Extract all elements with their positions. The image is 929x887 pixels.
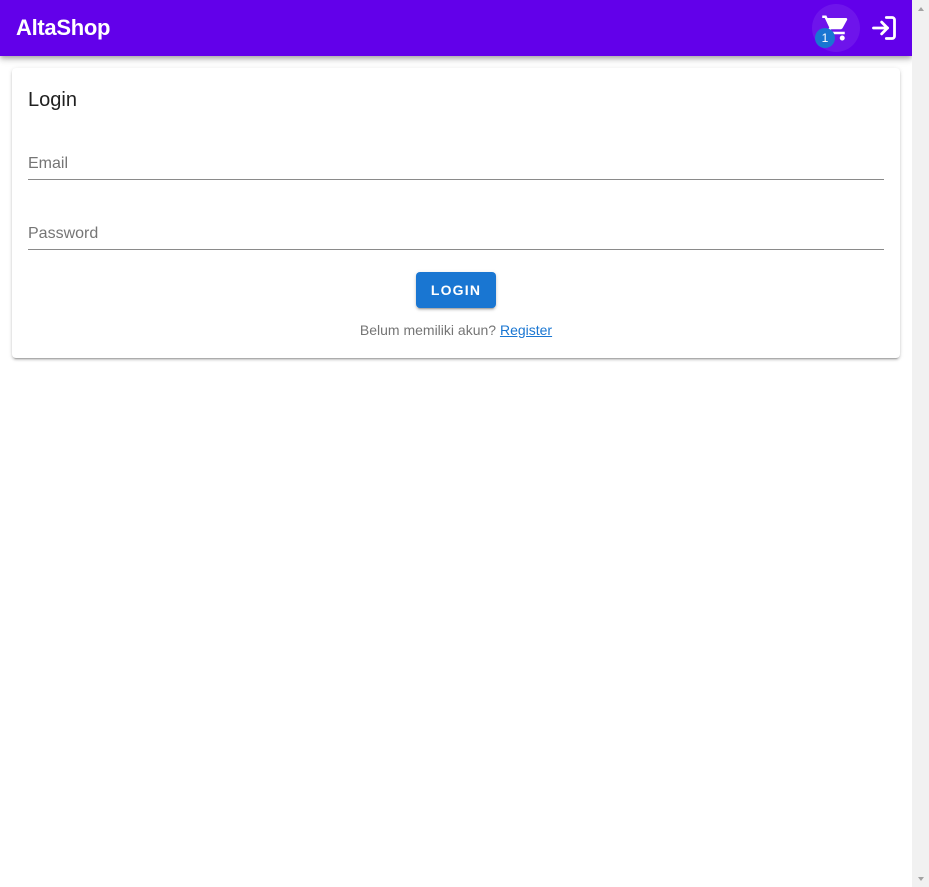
cart-button[interactable]: 1 [812,4,860,52]
email-input[interactable] [28,140,884,179]
email-field-container [28,140,884,180]
password-field-container [28,210,884,250]
scroll-down-button[interactable] [912,870,929,887]
register-prompt: Belum memiliki akun? Register [12,322,900,338]
login-button[interactable]: LOGIN [416,272,496,308]
app-bar: AltaShop 1 [0,0,912,56]
password-input[interactable] [28,210,884,249]
brand-title[interactable]: AltaShop [16,14,110,42]
scroll-down-arrow-icon [917,876,924,881]
register-link[interactable]: Register [500,322,552,338]
login-icon [872,16,896,40]
scroll-up-arrow-icon [917,6,924,11]
page: AltaShop 1 Login LOGIN Belum memiliki ak… [0,0,912,887]
login-icon-button[interactable] [864,8,904,48]
register-prompt-text: Belum memiliki akun? [359,322,497,338]
cart-count-badge: 1 [815,28,835,48]
login-card-title: Login [28,89,77,111]
vertical-scrollbar[interactable] [912,0,929,887]
login-card: Login LOGIN Belum memiliki akun? Registe… [12,68,900,358]
scroll-up-button[interactable] [912,0,929,17]
